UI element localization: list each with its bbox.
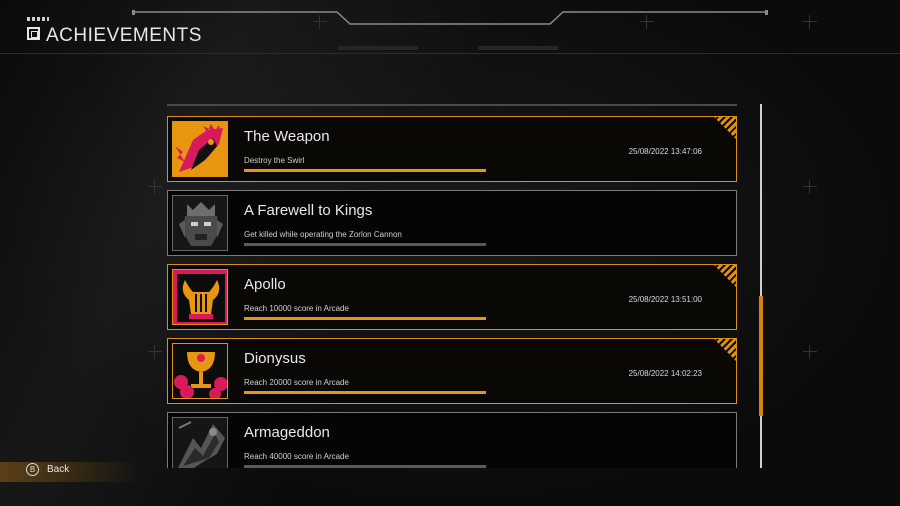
achievement-title: Armageddon <box>244 424 330 441</box>
progress-fill <box>244 317 486 320</box>
achievement-description: Get killed while operating the Zorlon Ca… <box>244 230 402 239</box>
unlocked-corner-badge <box>713 338 737 362</box>
achievement-row[interactable]: The Weapon Destroy the Swirl 25/08/2022 … <box>167 116 737 182</box>
back-button[interactable]: B Back <box>26 463 69 476</box>
achievement-row[interactable]: Dionysus Reach 20000 score in Arcade 25/… <box>167 338 737 404</box>
achievement-description: Destroy the Swirl <box>244 156 305 165</box>
goblet-icon <box>172 343 228 399</box>
unlock-date: 25/08/2022 14:02:23 <box>628 369 702 378</box>
header-dash-decoration <box>338 46 418 50</box>
progress-fill <box>244 391 486 394</box>
progress-bar <box>244 465 486 468</box>
unlock-date: 25/08/2022 13:47:06 <box>628 147 702 156</box>
weapon-icon <box>172 121 228 177</box>
header-dash-decoration <box>478 46 558 50</box>
progress-bar <box>244 169 486 172</box>
achievement-title: Apollo <box>244 276 286 293</box>
grid-cross-decoration <box>803 345 817 359</box>
back-label: Back <box>47 464 70 475</box>
king-mask-icon <box>172 195 228 251</box>
achievements-icon <box>27 27 40 40</box>
achievement-row[interactable]: Armageddon Reach 40000 score in Arcade <box>167 412 737 468</box>
header-frame-decoration <box>132 10 768 28</box>
unlocked-corner-badge <box>713 264 737 288</box>
achievement-title: The Weapon <box>244 128 330 145</box>
header: ACHIEVEMENTS <box>0 0 900 54</box>
list-top-rule <box>167 104 737 106</box>
lyre-icon <box>172 269 228 325</box>
achievement-description: Reach 20000 score in Arcade <box>244 378 349 387</box>
armageddon-icon <box>172 417 228 468</box>
achievement-row[interactable]: A Farewell to Kings Get killed while ope… <box>167 190 737 256</box>
achievement-list[interactable]: The Weapon Destroy the Swirl 25/08/2022 … <box>167 116 737 468</box>
back-glow-decoration <box>0 462 140 482</box>
unlocked-corner-badge <box>713 116 737 140</box>
unlock-date: 25/08/2022 13:51:00 <box>628 295 702 304</box>
grid-cross-decoration <box>803 180 817 194</box>
achievement-description: Reach 10000 score in Arcade <box>244 304 349 313</box>
progress-bar <box>244 317 486 320</box>
progress-bar <box>244 391 486 394</box>
achievement-title: A Farewell to Kings <box>244 202 373 219</box>
grid-cross-decoration <box>148 180 162 194</box>
progress-bar <box>244 243 486 246</box>
achievement-title: Dionysus <box>244 350 306 367</box>
grid-cross-decoration <box>148 345 162 359</box>
header-tape-decoration <box>27 17 49 21</box>
achievement-row[interactable]: Apollo Reach 10000 score in Arcade 25/08… <box>167 264 737 330</box>
b-button-icon: B <box>26 463 39 476</box>
header-divider <box>0 53 900 54</box>
achievement-description: Reach 40000 score in Arcade <box>244 452 349 461</box>
page-title: ACHIEVEMENTS <box>46 25 202 46</box>
scrollbar-thumb[interactable] <box>759 296 763 416</box>
progress-fill <box>244 169 486 172</box>
